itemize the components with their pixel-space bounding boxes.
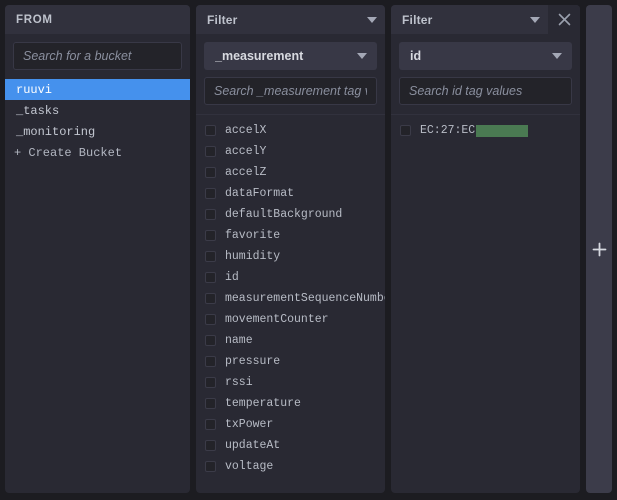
filter-measurement-header: Filter [196, 5, 385, 34]
bucket-label: _monitoring [16, 124, 96, 139]
tag-value-label: defaultBackground [225, 208, 343, 221]
tag-value-row[interactable]: accelZ [196, 162, 385, 183]
tag-value-row[interactable]: dataFormat [196, 183, 385, 204]
close-icon[interactable] [548, 5, 580, 34]
bucket-label: ruuvi [16, 82, 53, 97]
checkbox-icon[interactable] [205, 293, 216, 304]
tag-value-row[interactable]: pressure [196, 351, 385, 372]
checkbox-icon[interactable] [205, 314, 216, 325]
tag-value-row[interactable]: favorite [196, 225, 385, 246]
tag-value-row[interactable]: accelX [196, 120, 385, 141]
chevron-down-icon [552, 53, 562, 59]
checkbox-icon[interactable] [205, 251, 216, 262]
tag-value-label: accelY [225, 145, 267, 158]
tag-value-row[interactable]: defaultBackground [196, 204, 385, 225]
tag-value-label: pressure [225, 355, 281, 368]
tag-value-row[interactable]: id [196, 267, 385, 288]
tag-value-label: updateAt [225, 439, 281, 452]
bucket-label: _tasks [16, 103, 60, 118]
tag-key-dropdown-id[interactable]: id [399, 42, 572, 70]
checkbox-icon[interactable] [205, 272, 216, 283]
measurement-tag-values-list: accelX accelY accelZ dataFormat defaultB… [196, 115, 385, 493]
tag-value-row[interactable]: movementCounter [196, 309, 385, 330]
checkbox-icon[interactable] [205, 209, 216, 220]
checkbox-icon[interactable] [205, 356, 216, 367]
tag-value-label: rssi [225, 376, 253, 389]
query-builder-canvas: FROM ruuvi _tasks _monitoring + Create B… [0, 0, 617, 500]
chevron-down-icon[interactable] [522, 5, 548, 34]
bucket-search-input[interactable] [13, 42, 182, 70]
checkbox-icon[interactable] [205, 146, 216, 157]
checkbox-icon[interactable] [400, 125, 411, 136]
measurement-tag-values-search-input[interactable] [204, 77, 377, 105]
from-panel-controls [5, 34, 190, 78]
checkbox-icon[interactable] [205, 377, 216, 388]
checkbox-icon[interactable] [205, 419, 216, 430]
bucket-list: ruuvi _tasks _monitoring + Create Bucket [5, 78, 190, 493]
from-panel: FROM ruuvi _tasks _monitoring + Create B… [5, 5, 190, 493]
tag-value-label: dataFormat [225, 187, 295, 200]
tag-value-row[interactable]: voltage [196, 456, 385, 477]
filter-measurement-panel: Filter _measurement accelX accelY [196, 5, 385, 493]
checkbox-icon[interactable] [205, 440, 216, 451]
tag-value-label: humidity [225, 250, 281, 263]
from-panel-header: FROM [5, 5, 190, 34]
bucket-list-item[interactable]: _monitoring [5, 121, 190, 142]
filter-id-header: Filter [391, 5, 580, 34]
id-tag-values-search-input[interactable] [399, 77, 572, 105]
id-tag-values-list: EC:27:EC [391, 115, 580, 493]
redaction-block [476, 124, 529, 137]
bucket-list-item[interactable]: _tasks [5, 100, 190, 121]
checkbox-icon[interactable] [205, 230, 216, 241]
checkbox-icon[interactable] [205, 188, 216, 199]
filter-id-title: Filter [402, 12, 433, 27]
bucket-list-item[interactable]: ruuvi [5, 79, 190, 100]
chevron-down-icon [357, 53, 367, 59]
tag-value-label: name [225, 334, 253, 347]
tag-value-label: accelZ [225, 166, 267, 179]
tag-value-row[interactable]: updateAt [196, 435, 385, 456]
tag-value-row[interactable]: temperature [196, 393, 385, 414]
filter-id-controls: id [391, 34, 580, 115]
checkbox-icon[interactable] [205, 461, 216, 472]
from-panel-title: FROM [16, 13, 53, 26]
tag-value-label: accelX [225, 124, 267, 137]
chevron-down-icon[interactable] [359, 5, 385, 34]
plus-icon [592, 242, 606, 256]
tag-value-label: voltage [225, 460, 274, 473]
tag-value-label: txPower [225, 418, 274, 431]
tag-value-label: favorite [225, 229, 281, 242]
checkbox-icon[interactable] [205, 125, 216, 136]
tag-value-row[interactable]: name [196, 330, 385, 351]
tag-value-row[interactable]: humidity [196, 246, 385, 267]
create-bucket-label: + Create Bucket [14, 145, 123, 160]
tag-value-label: measurementSequenceNumber [225, 292, 385, 305]
filter-id-panel: Filter id EC:27:EC [391, 5, 580, 493]
tag-key-dropdown-value: _measurement [215, 49, 304, 63]
tag-value-label: id [225, 271, 239, 284]
checkbox-icon[interactable] [205, 398, 216, 409]
tag-value-row[interactable]: EC:27:EC [391, 120, 580, 141]
tag-key-dropdown-measurement[interactable]: _measurement [204, 42, 377, 70]
tag-key-dropdown-value: id [410, 49, 422, 63]
tag-value-label: EC:27:EC [420, 124, 476, 137]
tag-value-label: temperature [225, 397, 301, 410]
filter-measurement-title: Filter [207, 12, 238, 27]
tag-value-row[interactable]: txPower [196, 414, 385, 435]
checkbox-icon[interactable] [205, 167, 216, 178]
tag-value-label: movementCounter [225, 313, 329, 326]
filter-measurement-controls: _measurement [196, 34, 385, 115]
tag-value-label-wrapper: EC:27:EC [420, 124, 529, 137]
tag-value-row[interactable]: rssi [196, 372, 385, 393]
checkbox-icon[interactable] [205, 335, 216, 346]
add-filter-card-button[interactable] [586, 5, 612, 493]
tag-value-row[interactable]: measurementSequenceNumber [196, 288, 385, 309]
create-bucket-button[interactable]: + Create Bucket [5, 142, 190, 163]
tag-value-row[interactable]: accelY [196, 141, 385, 162]
